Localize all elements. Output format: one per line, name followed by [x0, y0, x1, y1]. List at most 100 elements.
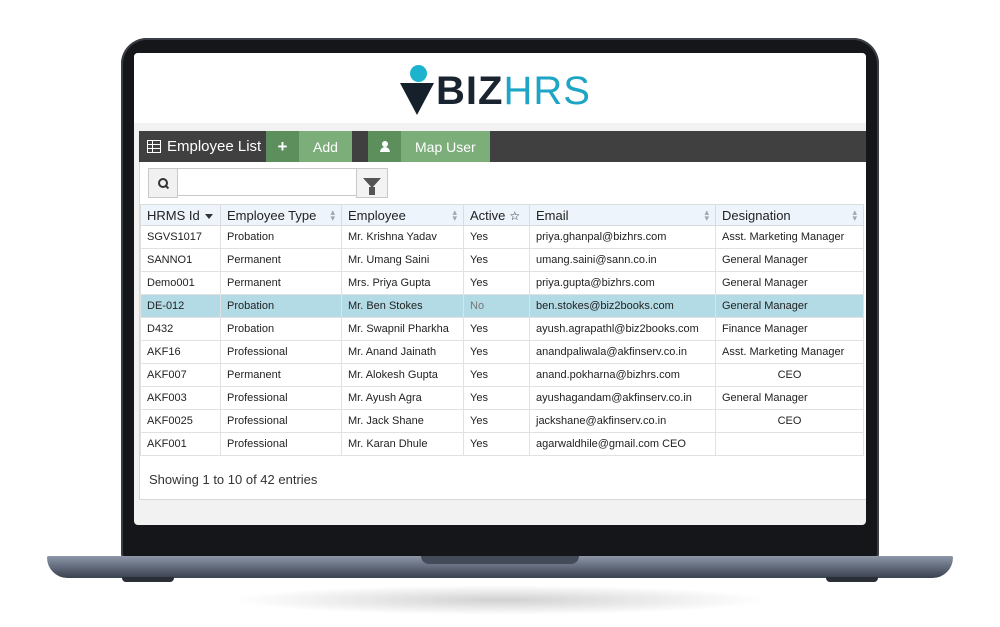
employee-table: HRMS Id Employee Type ▴ ▾ Employee ▴ ▾ Activ…: [140, 204, 864, 456]
cell-email: priya.ghanpal@bizhrs.com: [529, 225, 716, 249]
table-row[interactable]: AKF001 Professional Mr. Karan Dhule Yes agar…: [140, 432, 864, 456]
col-active[interactable]: Active ☆: [463, 204, 530, 226]
cell-hrms-id: AKF003: [140, 386, 221, 410]
user-icon-wrap: [368, 131, 401, 162]
cell-employee-type: Professional: [220, 432, 342, 456]
cell-email: umang.saini@sann.co.in: [529, 248, 716, 272]
cell-hrms-id: AKF16: [140, 340, 221, 364]
logo-text-biz: BIZ: [436, 68, 504, 113]
search-button[interactable]: [148, 168, 178, 198]
table-row[interactable]: AKF003 Professional Mr. Ayush Agra Yes ayush…: [140, 386, 864, 410]
table-header-row: HRMS Id Employee Type ▴ ▾ Employee ▴ ▾ Activ…: [140, 204, 864, 226]
filter-icon: [363, 178, 381, 195]
cell-employee-type: Probation: [220, 225, 342, 249]
map-user-button-label: Map User: [401, 131, 490, 162]
cell-hrms-id: AKF0025: [140, 409, 221, 433]
employee-list-panel: HRMS Id Employee Type ▴ ▾ Employee ▴ ▾ Activ…: [139, 162, 866, 500]
laptop-shadow: [230, 585, 770, 615]
col-employee-type[interactable]: Employee Type ▴ ▾: [220, 204, 342, 226]
cell-designation: [715, 432, 864, 456]
list-toolbar: Employee List + Add Map User: [139, 131, 866, 162]
sort-icon: ▴ ▾: [330, 207, 335, 223]
logo-text-hrs: HRS: [503, 68, 591, 113]
cell-hrms-id: D432: [140, 317, 221, 341]
cell-active: Yes: [463, 248, 530, 272]
cell-active: Yes: [463, 432, 530, 456]
star-icon: ☆: [509, 208, 521, 223]
filter-button[interactable]: [356, 168, 388, 198]
cell-email: agarwaldhile@gmail.com CEO: [529, 432, 716, 456]
cell-designation: General Manager: [715, 271, 864, 295]
search-box: [148, 168, 357, 198]
sort-icon: ▴ ▾: [704, 207, 709, 223]
cell-employee: Mr. Ben Stokes: [341, 294, 464, 318]
add-button[interactable]: + Add: [266, 131, 352, 162]
cell-active: Yes: [463, 317, 530, 341]
cell-hrms-id: AKF007: [140, 363, 221, 387]
cell-hrms-id: DE-012: [140, 294, 221, 318]
header-band: BIZ HRS: [134, 53, 866, 123]
cell-designation: General Manager: [715, 294, 864, 318]
table-row[interactable]: AKF16 Professional Mr. Anand Jainath Yes ana…: [140, 340, 864, 364]
cell-employee-type: Professional: [220, 340, 342, 364]
cell-active: No: [463, 294, 530, 318]
cell-employee-type: Permanent: [220, 363, 342, 387]
sort-icon: ▴ ▾: [452, 207, 457, 223]
cell-email: ayush.agrapathl@biz2books.com: [529, 317, 716, 341]
sort-icon: ▴ ▾: [852, 207, 857, 223]
cell-designation: General Manager: [715, 248, 864, 272]
page-title: Employee List: [147, 138, 261, 155]
table-row[interactable]: DE-012 Probation Mr. Ben Stokes No ben.stoke…: [140, 294, 864, 318]
cell-active: Yes: [463, 363, 530, 387]
cell-email: ayushagandam@akfinserv.co.in: [529, 386, 716, 410]
cell-email: priya.gupta@bizhrs.com: [529, 271, 716, 295]
table-row[interactable]: SANNO1 Permanent Mr. Umang Saini Yes umang.s…: [140, 248, 864, 272]
plus-icon: +: [266, 131, 299, 162]
table-row[interactable]: AKF007 Permanent Mr. Alokesh Gupta Yes anand…: [140, 363, 864, 387]
table-row[interactable]: D432 Probation Mr. Swapnil Pharkha Yes ayush…: [140, 317, 864, 341]
grid-icon: [147, 140, 161, 153]
laptop-screen: BIZ HRS Employee List + Add Map User HRM…: [134, 53, 866, 525]
col-employee[interactable]: Employee ▴ ▾: [341, 204, 464, 226]
cell-email: jackshane@akfinserv.co.in: [529, 409, 716, 433]
cell-active: Yes: [463, 271, 530, 295]
cell-active: Yes: [463, 386, 530, 410]
table-row[interactable]: SGVS1017 Probation Mr. Krishna Yadav Yes pri…: [140, 225, 864, 249]
cell-employee: Mr. Umang Saini: [341, 248, 464, 272]
search-icon: [157, 177, 169, 189]
add-button-label: Add: [299, 131, 352, 162]
bizhrs-logo: BIZ HRS: [400, 63, 591, 119]
cell-employee-type: Permanent: [220, 248, 342, 272]
cell-designation: Asst. Marketing Manager: [715, 340, 864, 364]
table-row[interactable]: Demo001 Permanent Mrs. Priya Gupta Yes priya…: [140, 271, 864, 295]
map-user-button[interactable]: Map User: [368, 131, 490, 162]
cell-employee-type: Professional: [220, 386, 342, 410]
table-row[interactable]: AKF0025 Professional Mr. Jack Shane Yes jack…: [140, 409, 864, 433]
cell-designation: Asst. Marketing Manager: [715, 225, 864, 249]
cell-hrms-id: Demo001: [140, 271, 221, 295]
cell-designation: CEO: [715, 363, 864, 387]
laptop-base-lip: [421, 556, 579, 564]
cell-hrms-id: SANNO1: [140, 248, 221, 272]
cell-employee: Mr. Alokesh Gupta: [341, 363, 464, 387]
cell-active: Yes: [463, 225, 530, 249]
page-title-label: Employee List: [167, 138, 262, 155]
cell-email: anandpaliwala@akfinserv.co.in: [529, 340, 716, 364]
cell-active: Yes: [463, 340, 530, 364]
cell-employee-type: Probation: [220, 317, 342, 341]
logo-mark-icon: [400, 65, 434, 117]
col-designation[interactable]: Designation ▴ ▾: [715, 204, 864, 226]
col-email[interactable]: Email ▴ ▾: [529, 204, 716, 226]
cell-hrms-id: AKF001: [140, 432, 221, 456]
cell-employee: Mr. Jack Shane: [341, 409, 464, 433]
cell-employee: Mr. Ayush Agra: [341, 386, 464, 410]
cell-designation: General Manager: [715, 386, 864, 410]
cell-employee: Mr. Karan Dhule: [341, 432, 464, 456]
cell-employee: Mrs. Priya Gupta: [341, 271, 464, 295]
cell-employee-type: Permanent: [220, 271, 342, 295]
search-input[interactable]: [178, 168, 357, 196]
col-hrms-id[interactable]: HRMS Id: [140, 204, 221, 226]
cell-active: Yes: [463, 409, 530, 433]
cell-employee: Mr. Anand Jainath: [341, 340, 464, 364]
cell-designation: CEO: [715, 409, 864, 433]
